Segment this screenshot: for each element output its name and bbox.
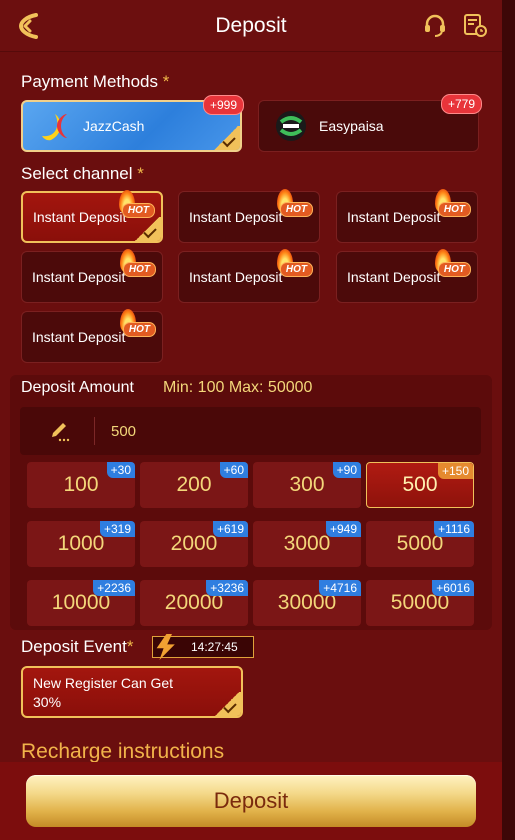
deposit-amount-label: Deposit Amount xyxy=(21,379,134,396)
amount-input-value[interactable]: 500 xyxy=(111,423,136,440)
back-arrow-icon[interactable] xyxy=(16,12,46,40)
hot-tag: HOT xyxy=(437,262,471,277)
amount-option[interactable]: 100 +30 xyxy=(27,462,135,508)
bonus-badge: +60 xyxy=(219,462,248,478)
bonus-badge: +3236 xyxy=(206,580,248,596)
amount-option[interactable]: 10000 +2236 xyxy=(27,580,135,626)
hot-tag: HOT xyxy=(279,202,313,217)
hot-tag: HOT xyxy=(279,262,313,277)
amount-option[interactable]: 1000 +319 xyxy=(27,521,135,567)
bonus-badge: +150 xyxy=(437,463,473,479)
channel-option[interactable]: Instant Deposit HOT xyxy=(21,309,163,363)
select-channel-label: Select channel * xyxy=(21,164,144,183)
channel-label: Instant Deposit xyxy=(32,329,126,345)
deposit-screen: Deposit Payment Methods * JazzCash +999 … xyxy=(0,0,502,840)
selected-check-icon xyxy=(133,217,161,241)
channel-label: Instant Deposit xyxy=(347,209,441,225)
amount-option[interactable]: 300 +90 xyxy=(253,462,361,508)
amount-value: 1000 xyxy=(57,532,105,555)
bonus-badge: +949 xyxy=(325,521,361,537)
right-edge-strip xyxy=(502,0,515,840)
payment-method-jazzcash[interactable]: JazzCash +999 xyxy=(21,95,244,152)
amount-option[interactable]: 200 +60 xyxy=(140,462,248,508)
hot-tag: HOT xyxy=(121,203,155,218)
amount-value: 2000 xyxy=(170,532,218,555)
hot-tag: HOT xyxy=(437,202,471,217)
pencil-icon xyxy=(40,416,80,446)
min-max-label: Min: 100 Max: 50000 xyxy=(163,379,313,396)
header: Deposit xyxy=(0,0,502,52)
amount-option[interactable]: 2000 +619 xyxy=(140,521,248,567)
channel-label: Instant Deposit xyxy=(189,269,283,285)
bonus-badge: +779 xyxy=(440,94,482,114)
timer-value: 14:27:45 xyxy=(191,640,238,654)
bonus-badge: +6016 xyxy=(432,580,474,596)
amount-value: 500 xyxy=(402,473,438,496)
deposit-button[interactable]: Deposit xyxy=(26,775,476,827)
bonus-badge: +4716 xyxy=(319,580,361,596)
history-icon[interactable] xyxy=(462,12,488,38)
amount-option[interactable]: 50000 +6016 xyxy=(366,580,474,626)
amount-input[interactable]: 500 xyxy=(20,407,481,455)
bonus-badge: +319 xyxy=(99,521,135,537)
selected-check-icon xyxy=(213,692,241,716)
hot-tag: HOT xyxy=(122,262,156,277)
amount-option[interactable]: 30000 +4716 xyxy=(253,580,361,626)
bonus-badge: +90 xyxy=(332,462,361,478)
deposit-event-label: Deposit Event* xyxy=(21,637,134,656)
selected-check-icon xyxy=(212,126,240,150)
bonus-badge: +2236 xyxy=(93,580,135,596)
payment-method-easypaisa[interactable]: Easypaisa +779 xyxy=(258,94,482,152)
channel-label: Instant Deposit xyxy=(33,209,127,225)
hot-tag: HOT xyxy=(122,322,156,337)
channel-label: Instant Deposit xyxy=(189,209,283,225)
lightning-icon xyxy=(156,634,175,660)
channel-option[interactable]: Instant Deposit HOT xyxy=(336,189,478,243)
headset-icon[interactable] xyxy=(422,12,448,38)
payment-method-name: Easypaisa xyxy=(319,118,384,134)
event-text-line1: New Register Can Get xyxy=(33,675,174,691)
jazzcash-logo xyxy=(37,108,73,144)
divider xyxy=(94,417,95,445)
channel-label: Instant Deposit xyxy=(32,269,126,285)
payment-method-name: JazzCash xyxy=(83,118,145,134)
bonus-badge: +999 xyxy=(202,95,244,115)
channel-option[interactable]: Instant Deposit HOT xyxy=(178,249,320,303)
amount-value: 100 xyxy=(63,473,99,496)
event-option[interactable]: New Register Can Get 30% xyxy=(21,666,243,718)
amount-option-selected[interactable]: 500 +150 xyxy=(366,462,474,508)
channel-label: Instant Deposit xyxy=(347,269,441,285)
amount-value: 300 xyxy=(289,473,325,496)
amount-value: 3000 xyxy=(283,532,331,555)
page-title: Deposit xyxy=(215,13,287,37)
recharge-instructions-heading[interactable]: Recharge instructions xyxy=(21,740,224,764)
deposit-amount-panel: Deposit Amount Min: 100 Max: 50000 500 1… xyxy=(10,375,492,630)
amount-option[interactable]: 20000 +3236 xyxy=(140,580,248,626)
amount-option[interactable]: 5000 +1116 xyxy=(366,521,474,567)
event-text-line2: 30% xyxy=(33,694,62,710)
channel-option[interactable]: Instant Deposit HOT xyxy=(178,189,320,243)
amount-value: 200 xyxy=(176,473,212,496)
channel-option[interactable]: Instant Deposit HOT xyxy=(21,249,163,303)
bonus-badge: +30 xyxy=(106,462,135,478)
easypaisa-logo xyxy=(273,108,309,144)
amount-option[interactable]: 3000 +949 xyxy=(253,521,361,567)
bonus-badge: +1116 xyxy=(434,521,474,537)
bonus-badge: +619 xyxy=(212,521,248,537)
payment-methods-label: Payment Methods * xyxy=(21,72,170,91)
channel-option[interactable]: Instant Deposit HOT xyxy=(336,249,478,303)
channel-option[interactable]: Instant Deposit HOT xyxy=(21,190,163,243)
event-timer: 14:27:45 xyxy=(152,634,254,660)
